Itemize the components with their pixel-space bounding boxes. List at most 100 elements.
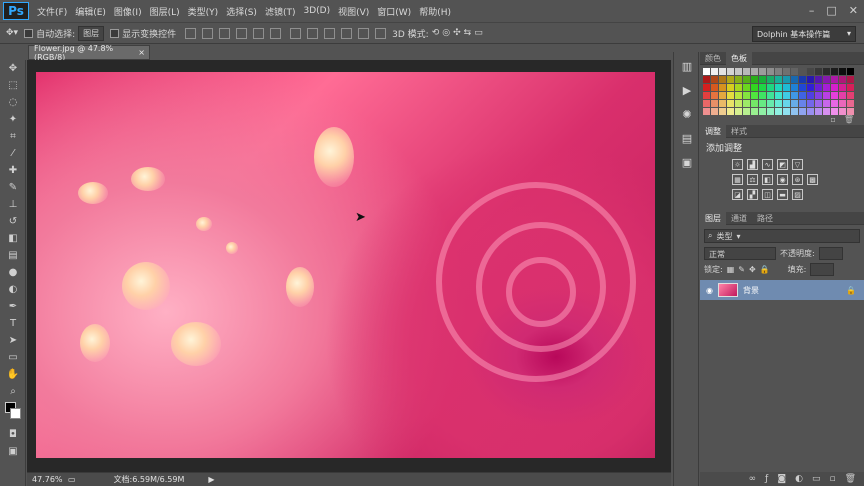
swatch-cell[interactable] [719, 76, 726, 83]
eye-icon[interactable]: ◉ [706, 286, 713, 295]
swatch-cell[interactable] [831, 76, 838, 83]
swatch-cell[interactable] [783, 68, 790, 75]
swatch-cell[interactable] [799, 76, 806, 83]
hue-saturation-icon[interactable]: ▦ [732, 174, 743, 185]
exposure-icon[interactable]: ◩ [777, 159, 788, 170]
swatch-cell[interactable] [743, 92, 750, 99]
new-swatch-icon[interactable]: ▫ [830, 115, 835, 125]
swatch-cell[interactable] [815, 68, 822, 75]
history-brush-tool-icon[interactable]: ↺ [0, 213, 26, 230]
menu-layer[interactable]: 图层(L) [150, 5, 180, 18]
marquee-tool-icon[interactable]: ⬚ [0, 77, 26, 94]
auto-select-dropdown[interactable]: 图层 [78, 25, 105, 41]
swatch-cell[interactable] [839, 84, 846, 91]
swatch-cell[interactable] [727, 100, 734, 107]
distribute-right-icon[interactable] [375, 27, 387, 39]
tab-swatches[interactable]: 色板 [726, 51, 752, 65]
swatch-cell[interactable] [735, 108, 742, 115]
menu-help[interactable]: 帮助(H) [419, 5, 451, 18]
vibrance-icon[interactable]: ▽ [792, 159, 803, 170]
swatch-cell[interactable] [743, 76, 750, 83]
swatch-cell[interactable] [751, 92, 758, 99]
swatch-cell[interactable] [783, 76, 790, 83]
close-tab-icon[interactable]: × [138, 48, 145, 57]
swatch-cell[interactable] [735, 68, 742, 75]
swatch-cell[interactable] [759, 84, 766, 91]
selective-color-icon[interactable]: ▨ [792, 189, 803, 200]
swatch-cell[interactable] [727, 92, 734, 99]
channel-mixer-icon[interactable]: ⊛ [792, 174, 803, 185]
swatch-cell[interactable] [719, 84, 726, 91]
swatch-cell[interactable] [839, 100, 846, 107]
swatch-cell[interactable] [735, 92, 742, 99]
close-window-button[interactable]: ✕ [849, 4, 858, 17]
swatch-cell[interactable] [759, 100, 766, 107]
menu-window[interactable]: 窗口(W) [377, 5, 411, 18]
swatch-cell[interactable] [711, 100, 718, 107]
swatch-cell[interactable] [719, 68, 726, 75]
swatch-cell[interactable] [807, 108, 814, 115]
layer-filter-bar[interactable]: ⌕ 类型 ▾ [704, 229, 860, 243]
quick-mask-icon[interactable]: ◘ [0, 426, 26, 443]
swatch-cell[interactable] [831, 100, 838, 107]
new-group-icon[interactable]: ▭ [812, 474, 821, 484]
photo-filter-icon[interactable]: ◉ [777, 174, 788, 185]
swatch-cell[interactable] [759, 108, 766, 115]
tab-color[interactable]: 颜色 [700, 52, 726, 65]
swatch-cell[interactable] [703, 108, 710, 115]
swatch-cell[interactable] [799, 92, 806, 99]
move-tool-preset[interactable]: ✥▾ [6, 28, 18, 38]
swatch-cell[interactable] [703, 100, 710, 107]
background-color[interactable] [10, 408, 21, 419]
swatch-cell[interactable] [799, 68, 806, 75]
new-adjustment-icon[interactable]: ◐ [795, 474, 803, 484]
swatch-cell[interactable] [807, 100, 814, 107]
swatch-cell[interactable] [775, 84, 782, 91]
menu-file[interactable]: 文件(F) [37, 5, 67, 18]
menu-image[interactable]: 图像(I) [114, 5, 142, 18]
move-tool-icon[interactable]: ✥ [0, 60, 26, 77]
swatch-cell[interactable] [823, 108, 830, 115]
swatch-cell[interactable] [751, 100, 758, 107]
invert-icon[interactable]: ◪ [732, 189, 743, 200]
workspace-dropdown[interactable]: Dolphin 基本操作篇 ▾ [752, 26, 856, 42]
magic-wand-tool-icon[interactable]: ✦ [0, 111, 26, 128]
swatch-cell[interactable] [727, 68, 734, 75]
swatch-cell[interactable] [751, 84, 758, 91]
swatch-cell[interactable] [743, 100, 750, 107]
swatch-cell[interactable] [815, 84, 822, 91]
hand-tool-icon[interactable]: ✋ [0, 366, 26, 383]
swatch-cell[interactable] [823, 76, 830, 83]
swatch-cell[interactable] [775, 92, 782, 99]
swatch-cell[interactable] [735, 100, 742, 107]
distribute-middle-icon[interactable] [307, 27, 319, 39]
swatch-cell[interactable] [759, 92, 766, 99]
actions-panel-icon[interactable]: ▶ [674, 80, 700, 100]
gradient-tool-icon[interactable]: ▤ [0, 247, 26, 264]
properties-panel-icon[interactable]: ▣ [674, 152, 700, 172]
swatch-cell[interactable] [831, 92, 838, 99]
type-tool-icon[interactable]: T [0, 315, 26, 332]
distribute-left-icon[interactable] [341, 27, 353, 39]
swatch-cell[interactable] [751, 108, 758, 115]
swatch-cell[interactable] [783, 108, 790, 115]
brush-tool-icon[interactable]: ✎ [0, 179, 26, 196]
tab-adjustments[interactable]: 调整 [700, 124, 726, 138]
swatch-cell[interactable] [839, 68, 846, 75]
lock-all-icon[interactable]: 🔒 [760, 265, 770, 274]
swatch-cell[interactable] [719, 100, 726, 107]
swatch-cell[interactable] [767, 100, 774, 107]
align-right-icon[interactable] [270, 27, 282, 39]
flower-photo[interactable]: ➤ [36, 72, 655, 458]
swatch-cell[interactable] [791, 68, 798, 75]
align-top-icon[interactable] [185, 27, 197, 39]
distribute-center-icon[interactable] [358, 27, 370, 39]
layer-style-icon[interactable]: ƒ [765, 474, 768, 484]
minimize-button[interactable]: – [809, 4, 815, 17]
add-mask-icon[interactable]: ◙ [777, 474, 786, 484]
swatch-cell[interactable] [711, 84, 718, 91]
swatch-cell[interactable] [839, 92, 846, 99]
swatch-cell[interactable] [703, 84, 710, 91]
black-white-icon[interactable]: ◧ [762, 174, 773, 185]
posterize-icon[interactable]: ▞ [747, 189, 758, 200]
